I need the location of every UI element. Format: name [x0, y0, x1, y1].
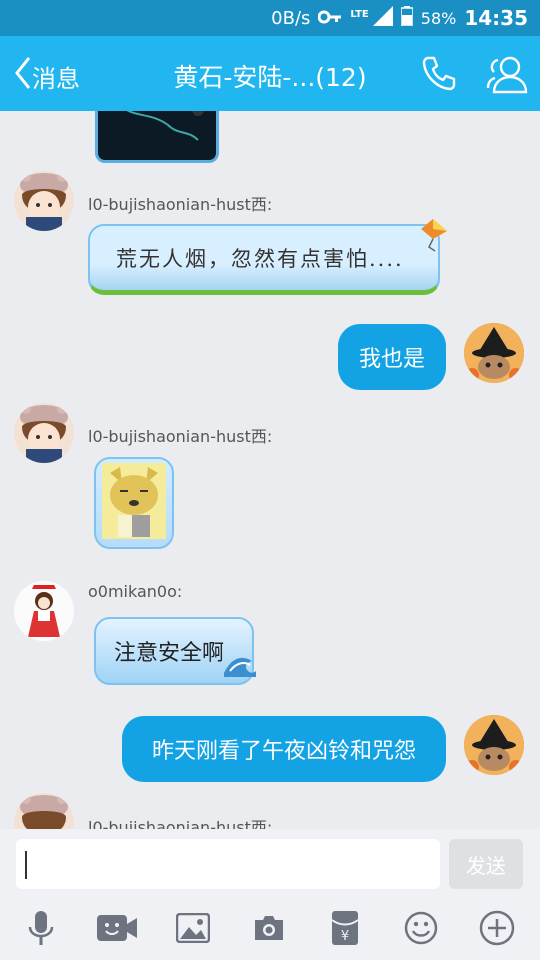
message-input[interactable]	[16, 839, 440, 889]
mic-icon	[26, 909, 56, 951]
video-call-button[interactable]	[96, 911, 138, 949]
message-bubble-self[interactable]: 我也是	[338, 324, 446, 390]
send-button[interactable]: 发送	[449, 839, 523, 889]
avatar[interactable]	[14, 403, 74, 463]
svg-text:¥: ¥	[341, 929, 349, 944]
avatar[interactable]	[14, 171, 74, 231]
battery-icon	[400, 5, 414, 31]
message-bubble-self[interactable]: 昨天刚看了午夜凶铃和咒怨	[122, 716, 446, 782]
emoji-button[interactable]	[400, 911, 442, 949]
camera-button[interactable]	[248, 911, 290, 949]
message-text: 注意安全啊	[114, 641, 225, 666]
image-picker-button[interactable]	[172, 911, 214, 949]
net-speed: 0B/s	[271, 7, 311, 29]
video-icon	[96, 912, 138, 948]
doge-sticker-icon	[102, 463, 166, 543]
battery-percent: 58%	[420, 8, 457, 28]
my-avatar[interactable]	[464, 715, 524, 775]
emoji-icon	[404, 911, 438, 949]
text-caret	[25, 851, 27, 879]
image-icon	[175, 912, 211, 947]
sender-name: l0-bujishaonian-hust西:	[88, 195, 273, 214]
group-profile-icon	[486, 56, 528, 98]
chat-header: 消息 黄石-安陆-...(12)	[0, 36, 540, 111]
plus-icon	[479, 910, 515, 950]
my-avatar[interactable]	[464, 323, 524, 383]
status-bar: 0B/s LTE 58% 14:35	[0, 0, 540, 36]
lte-label: LTE	[350, 8, 369, 20]
key-icon	[317, 8, 342, 29]
group-members-button[interactable]	[486, 54, 528, 98]
avatar[interactable]	[14, 793, 74, 829]
signal-icon	[372, 5, 393, 31]
voice-button[interactable]	[20, 911, 62, 949]
chat-title: 黄石-安陆-...(12)	[173, 63, 367, 92]
message-text: 荒无人烟，忽然有点害怕....	[116, 247, 404, 271]
wave-decoration-icon	[222, 651, 258, 683]
image-message-thumbnail[interactable]	[95, 111, 219, 163]
message-bubble[interactable]: 荒无人烟，忽然有点害怕....	[88, 224, 440, 295]
input-bar: 发送 ¥	[0, 829, 540, 960]
phone-call-button[interactable]	[420, 54, 458, 96]
message-list[interactable]: l0-bujishaonian-hust西: 荒无人烟，忽然有点害怕.... 我…	[0, 111, 540, 829]
kite-icon	[417, 217, 449, 257]
more-button[interactable]	[476, 910, 518, 950]
red-packet-icon: ¥	[331, 910, 359, 950]
phone-icon	[420, 56, 458, 96]
clock: 14:35	[464, 6, 528, 30]
camera-icon	[252, 913, 286, 947]
red-packet-button[interactable]: ¥	[324, 911, 366, 949]
avatar[interactable]	[14, 581, 74, 641]
sender-name: o0mikan0o:	[88, 582, 183, 601]
message-text: 我也是	[358, 347, 425, 372]
message-text: 昨天刚看了午夜凶铃和咒怨	[151, 739, 416, 764]
sticker-message[interactable]	[94, 457, 174, 549]
sender-name: l0-bujishaonian-hust西:	[88, 818, 273, 829]
sender-name: l0-bujishaonian-hust西:	[88, 427, 273, 446]
